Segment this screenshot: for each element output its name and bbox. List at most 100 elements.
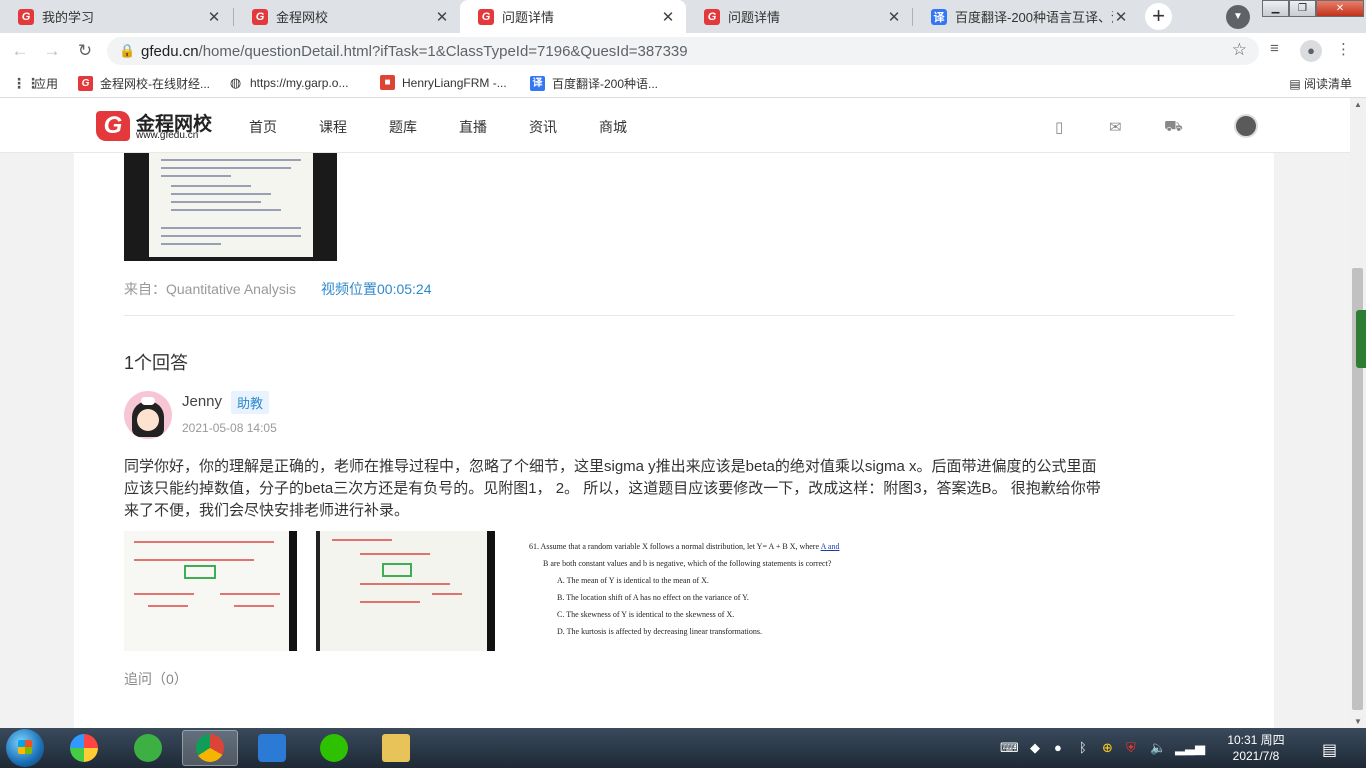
- gfedu-favicon-icon: G: [18, 8, 34, 25]
- attachment3-option-d: D. The kurtosis is affected by decreasin…: [557, 627, 762, 636]
- close-tab-icon[interactable]: ✕: [660, 8, 676, 26]
- address-bar[interactable]: 🔒 gfedu.cn/home/questionDetail.html?ifTa…: [107, 37, 1259, 65]
- tab-title: 金程网校: [276, 10, 329, 25]
- handwriting-line: [432, 593, 462, 595]
- tray-plus-icon[interactable]: ⊕: [1102, 740, 1113, 756]
- answerer-name: Jenny: [182, 393, 223, 410]
- text-line: [161, 227, 301, 229]
- nav-courses[interactable]: 课程: [319, 117, 347, 137]
- tab-bar: G 我的学习 ✕ G 金程网校 ✕ G 问题详情 ✕ G 问题详情 ✕ 译 百度…: [0, 0, 1366, 33]
- tab-question-detail-active[interactable]: G 问题详情 ✕: [460, 0, 686, 33]
- nav-home[interactable]: 首页: [249, 117, 277, 137]
- tab-title: 我的学习: [42, 10, 95, 25]
- user-avatar[interactable]: [1234, 114, 1258, 138]
- bookmark-garp[interactable]: ◍ https://my.garp.o...: [228, 75, 349, 90]
- back-arrow-icon[interactable]: ←: [8, 39, 32, 63]
- close-tab-icon[interactable]: ✕: [434, 8, 450, 26]
- menu-kebab-icon[interactable]: ⋮: [1336, 40, 1351, 58]
- globe-icon: ◍: [229, 75, 242, 90]
- bookmark-label: 金程网校-在线财经...: [100, 77, 210, 91]
- attachment-image-2[interactable]: [316, 531, 495, 651]
- text-line: [171, 193, 271, 195]
- attachment-image-1[interactable]: [124, 531, 297, 651]
- reload-icon[interactable]: ↻: [73, 39, 97, 63]
- lock-icon[interactable]: 🔒: [119, 43, 135, 59]
- followup-link[interactable]: 追问（0）: [124, 669, 188, 689]
- scroll-down-icon[interactable]: ▼: [1354, 717, 1362, 726]
- tray-bluetooth-icon[interactable]: ᛒ: [1079, 740, 1087, 755]
- bookmark-gfedu[interactable]: G 金程网校-在线财经...: [78, 75, 210, 92]
- url-text[interactable]: gfedu.cn/home/questionDetail.html?ifTask…: [141, 43, 688, 60]
- handwriting-line: [134, 593, 194, 595]
- close-tab-icon[interactable]: ✕: [206, 8, 222, 26]
- attachment-image-3[interactable]: 61. Assume that a random variable X foll…: [529, 538, 859, 648]
- reading-list-label: 阅读清单: [1303, 77, 1352, 91]
- nav-question-bank[interactable]: 题库: [389, 117, 417, 137]
- new-tab-button[interactable]: +: [1145, 3, 1172, 30]
- window-controls: ▁ ❐ ✕: [1262, 0, 1364, 17]
- site-logo[interactable]: G 金程网校 www.gfedu.cn: [96, 109, 220, 143]
- taskbar-chrome[interactable]: [182, 730, 238, 766]
- avatar-bow: [141, 397, 155, 405]
- tab-baidu-translate[interactable]: 译 百度翻译-200种语言互译、沟 ✕: [913, 0, 1139, 33]
- folder-icon: [382, 734, 410, 762]
- close-window-button[interactable]: ✕: [1316, 0, 1364, 17]
- forward-arrow-icon[interactable]: →: [40, 39, 64, 63]
- reading-list-icon[interactable]: ≡: [1270, 40, 1279, 57]
- page-scrollbar[interactable]: ▲ ▼: [1350, 98, 1366, 728]
- minimize-button[interactable]: ▁: [1262, 0, 1289, 17]
- chrome-icon: [196, 734, 224, 762]
- taskbar-app-2[interactable]: [120, 730, 176, 766]
- bookmark-apps[interactable]: ⋮⋮ 应用: [12, 75, 58, 92]
- bookmark-henryliang[interactable]: ■ HenryLiangFRM -...: [380, 75, 507, 90]
- taskbar-app-1[interactable]: [56, 730, 112, 766]
- tray-keyboard-icon[interactable]: ⌨: [1000, 740, 1019, 756]
- gfedu-favicon-icon: G: [704, 8, 720, 25]
- video-position-link[interactable]: 视频位置00:05:24: [321, 279, 432, 299]
- windows-taskbar: ⌨ ◆ ● ᛒ ⊕ ⛨ 🔈 ▂▃▅ 10:31 周四 2021/7/8 ▤: [0, 728, 1366, 768]
- action-center-icon[interactable]: ▤: [1322, 740, 1337, 760]
- tab-my-study[interactable]: G 我的学习 ✕: [0, 0, 232, 33]
- nav-news[interactable]: 资讯: [529, 117, 557, 137]
- tray-network-icon[interactable]: ▂▃▅: [1175, 740, 1205, 756]
- taskbar-clock[interactable]: 10:31 周四 2021/7/8: [1220, 732, 1292, 764]
- green-refresh-app-icon: [134, 734, 162, 762]
- tray-wechat-icon[interactable]: ●: [1054, 740, 1062, 755]
- close-tab-icon[interactable]: ✕: [1113, 8, 1129, 26]
- tray-shield-icon[interactable]: ⛨: [1126, 740, 1136, 756]
- nav-live[interactable]: 直播: [459, 117, 487, 137]
- taskbar-wechat[interactable]: [306, 730, 362, 766]
- maximize-button[interactable]: ❐: [1289, 0, 1316, 17]
- attachment3-question-line2: B are both constant values and b is nega…: [543, 559, 832, 568]
- nav-shop[interactable]: 商城: [599, 117, 627, 137]
- taskbar-app-4[interactable]: [244, 730, 300, 766]
- tray-cube-icon[interactable]: ◆: [1030, 740, 1040, 756]
- baidu-translate-favicon-icon: 译: [530, 76, 545, 91]
- mail-icon[interactable]: ✉: [1109, 118, 1122, 136]
- tab-question-detail[interactable]: G 问题详情 ✕: [686, 0, 912, 33]
- taskbar-explorer[interactable]: [368, 730, 424, 766]
- bookmark-baidu-translate[interactable]: 译 百度翻译-200种语...: [530, 75, 658, 92]
- mobile-icon[interactable]: ▯: [1055, 118, 1063, 136]
- attachment3-option-a: A. The mean of Y is identical to the mea…: [557, 576, 709, 585]
- handwriting-line: [234, 605, 274, 607]
- cart-icon[interactable]: ⛟: [1164, 118, 1183, 137]
- start-button[interactable]: [6, 729, 44, 767]
- close-tab-icon[interactable]: ✕: [886, 8, 902, 26]
- question-image[interactable]: [124, 153, 337, 261]
- side-extension-tab[interactable]: [1356, 310, 1366, 368]
- handwriting-line: [360, 601, 420, 603]
- tab-gfedu[interactable]: G 金程网校 ✕: [234, 0, 460, 33]
- bookmark-star-icon[interactable]: ☆: [1232, 40, 1247, 60]
- reading-list-icon: ▤: [1289, 77, 1304, 91]
- tab-search-icon[interactable]: ▼: [1226, 5, 1250, 29]
- scroll-up-icon[interactable]: ▲: [1354, 100, 1362, 109]
- answerer-avatar: [124, 391, 172, 439]
- bookmark-red-icon: ■: [380, 75, 395, 90]
- tray-volume-icon[interactable]: 🔈: [1150, 740, 1166, 756]
- bookmark-label: HenryLiangFRM -...: [402, 75, 507, 90]
- reading-list-button[interactable]: ▤ 阅读清单: [1289, 75, 1352, 92]
- question-image-sheet: [149, 153, 313, 257]
- colorful-app-icon: [70, 734, 98, 762]
- profile-avatar-icon[interactable]: ●: [1300, 40, 1322, 62]
